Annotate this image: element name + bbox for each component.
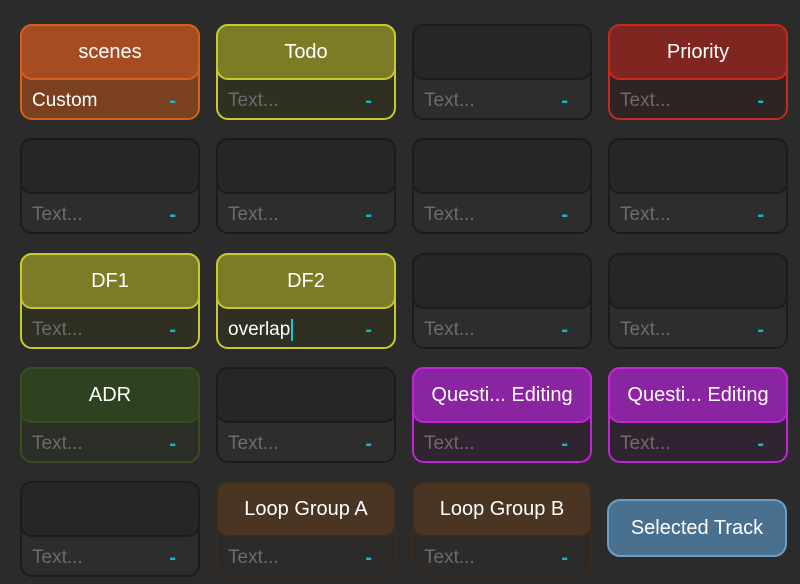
marker-slot[interactable]: Questi... Editing Text... - [608, 367, 788, 463]
clear-dash-button[interactable]: - [757, 317, 764, 343]
marker-name-button[interactable] [608, 253, 788, 309]
clear-dash-button[interactable]: - [561, 202, 568, 228]
marker-text-placeholder: Text... [424, 433, 475, 454]
clear-dash-button[interactable]: - [561, 545, 568, 571]
marker-text-value: overlap [228, 319, 291, 340]
empty-marker-slot[interactable]: Text... - [608, 138, 788, 234]
empty-marker-slot[interactable]: Text... - [412, 253, 592, 349]
marker-text-input[interactable]: Text... [424, 202, 552, 228]
marker-text-input[interactable]: Text... [228, 88, 356, 114]
marker-text-placeholder: Text... [424, 90, 475, 111]
marker-slot[interactable]: Loop Group A Text... - [216, 481, 396, 577]
marker-text-placeholder: Text... [228, 547, 279, 568]
marker-text-input[interactable]: Text... [620, 431, 748, 457]
marker-text-input[interactable]: Text... [228, 202, 356, 228]
marker-name-button[interactable] [412, 138, 592, 194]
marker-text-input[interactable]: Text... [424, 545, 552, 571]
marker-name-button[interactable]: DF1 [20, 253, 200, 309]
marker-grid: scenes Custom - Todo Text... - Text... - Priorit… [0, 0, 800, 584]
clear-dash-button[interactable]: - [561, 431, 568, 457]
marker-text-input[interactable]: Text... [32, 545, 160, 571]
marker-name-button[interactable]: Loop Group A [216, 481, 396, 537]
marker-text-input[interactable]: Custom [32, 88, 160, 114]
marker-name-button[interactable] [216, 138, 396, 194]
clear-dash-button[interactable]: - [169, 202, 176, 228]
marker-text-input[interactable]: Text... [620, 88, 748, 114]
clear-dash-button[interactable]: - [169, 88, 176, 114]
marker-name-button[interactable] [20, 481, 200, 537]
empty-marker-slot[interactable]: Text... - [216, 367, 396, 463]
marker-name-button[interactable]: Todo [216, 24, 396, 80]
marker-text-placeholder: Text... [620, 204, 671, 225]
marker-name-button[interactable] [20, 138, 200, 194]
clear-dash-button[interactable]: - [365, 202, 372, 228]
marker-name-button[interactable]: scenes [20, 24, 200, 80]
marker-slot[interactable]: DF2 overlap - [216, 253, 396, 349]
marker-text-input[interactable]: Text... [424, 88, 552, 114]
marker-text-input[interactable]: overlap [228, 317, 356, 343]
marker-text-placeholder: Text... [424, 319, 475, 340]
marker-slot[interactable]: ADR Text... - [20, 367, 200, 463]
marker-name-button[interactable] [412, 24, 592, 80]
marker-text-input[interactable]: Text... [620, 317, 748, 343]
marker-text-input[interactable]: Text... [424, 431, 552, 457]
clear-dash-button[interactable]: - [757, 202, 764, 228]
marker-text-placeholder: Text... [228, 433, 279, 454]
empty-marker-slot[interactable]: Text... - [20, 481, 200, 577]
marker-text-placeholder: Text... [620, 90, 671, 111]
clear-dash-button[interactable]: - [757, 88, 764, 114]
marker-slot[interactable]: Loop Group B Text... - [412, 481, 592, 577]
text-caret [291, 319, 294, 341]
marker-text-placeholder: Text... [424, 204, 475, 225]
marker-text-input[interactable]: Text... [620, 202, 748, 228]
marker-text-input[interactable]: Text... [228, 545, 356, 571]
marker-text-placeholder: Text... [32, 204, 83, 225]
clear-dash-button[interactable]: - [757, 431, 764, 457]
marker-name-button[interactable]: DF2 [216, 253, 396, 309]
marker-text-placeholder: Text... [228, 90, 279, 111]
marker-text-placeholder: Text... [228, 204, 279, 225]
clear-dash-button[interactable]: - [169, 431, 176, 457]
empty-marker-slot[interactable]: Text... - [608, 253, 788, 349]
clear-dash-button[interactable]: - [365, 317, 372, 343]
clear-dash-button[interactable]: - [169, 317, 176, 343]
marker-name-button[interactable]: Questi... Editing [412, 367, 592, 423]
marker-name-button[interactable]: ADR [20, 367, 200, 423]
marker-name-button[interactable] [412, 253, 592, 309]
clear-dash-button[interactable]: - [365, 431, 372, 457]
marker-text-placeholder: Text... [424, 547, 475, 568]
marker-name-button[interactable]: Priority [608, 24, 788, 80]
marker-text-placeholder: Text... [32, 433, 83, 454]
empty-marker-slot[interactable]: Text... - [412, 24, 592, 120]
marker-text-input[interactable]: Text... [424, 317, 552, 343]
marker-name-button[interactable] [216, 367, 396, 423]
clear-dash-button[interactable]: - [169, 545, 176, 571]
marker-slot[interactable]: scenes Custom - [20, 24, 200, 120]
marker-text-placeholder: Text... [32, 547, 83, 568]
marker-slot[interactable]: Priority Text... - [608, 24, 788, 120]
clear-dash-button[interactable]: - [561, 88, 568, 114]
marker-name-button[interactable]: Questi... Editing [608, 367, 788, 423]
marker-slot[interactable]: Todo Text... - [216, 24, 396, 120]
clear-dash-button[interactable]: - [561, 317, 568, 343]
marker-text-input[interactable]: Text... [32, 202, 160, 228]
marker-text-placeholder: Text... [32, 319, 83, 340]
empty-marker-slot[interactable]: Text... - [20, 138, 200, 234]
empty-marker-slot[interactable]: Text... - [412, 138, 592, 234]
clear-dash-button[interactable]: - [365, 88, 372, 114]
marker-name-button[interactable]: Loop Group B [412, 481, 592, 537]
marker-text-input[interactable]: Text... [228, 431, 356, 457]
marker-text-placeholder: Text... [620, 433, 671, 454]
marker-slot[interactable]: Questi... Editing Text... - [412, 367, 592, 463]
marker-text-input[interactable]: Text... [32, 431, 160, 457]
empty-marker-slot[interactable]: Text... - [216, 138, 396, 234]
marker-slot[interactable]: DF1 Text... - [20, 253, 200, 349]
marker-text-input[interactable]: Text... [32, 317, 160, 343]
marker-text-placeholder: Text... [620, 319, 671, 340]
selected-track-button[interactable]: Selected Track [607, 499, 787, 557]
marker-name-button[interactable] [608, 138, 788, 194]
clear-dash-button[interactable]: - [365, 545, 372, 571]
marker-text-value: Custom [32, 90, 98, 111]
